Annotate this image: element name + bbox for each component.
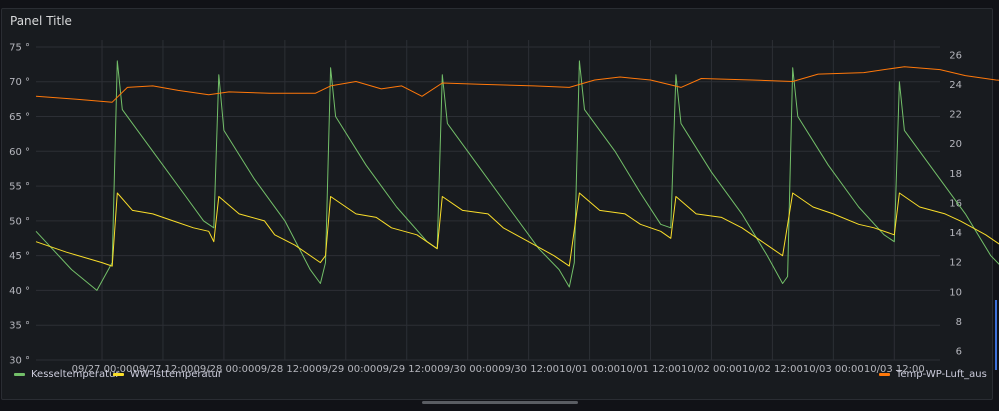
x-tick-label: 09/28 12:00 bbox=[254, 364, 315, 375]
grid-lines bbox=[36, 40, 940, 361]
x-tick-label: 10/01 00:00 bbox=[559, 364, 620, 375]
time-series-chart: 30 ° 35 ° 40 ° 45 ° 50 ° 55 ° 60 ° 65 ° 70 ° 75 °… bbox=[9, 40, 999, 375]
series-line-ww-isttemperatur bbox=[35, 192, 999, 267]
y-right-tick-label: 20 bbox=[949, 139, 962, 150]
scrollbar[interactable] bbox=[422, 401, 578, 404]
y-right-tick-label: 10 bbox=[949, 287, 962, 298]
series-lines bbox=[35, 60, 999, 291]
y-right-tick-label: 26 bbox=[949, 50, 962, 61]
x-tick-label: 09/30 00:00 bbox=[437, 364, 498, 375]
legend-swatch bbox=[879, 373, 890, 376]
y-left-tick-label: 30 ° bbox=[9, 356, 30, 367]
y-right-tick-label: 24 bbox=[949, 80, 962, 91]
y-axis-left-ticks: 30 ° 35 ° 40 ° 45 ° 50 ° 55 ° 60 ° 65 ° 70 ° 75 ° bbox=[9, 42, 30, 366]
series-line-kesseltemperatur bbox=[35, 60, 999, 291]
y-right-tick-label: 18 bbox=[949, 169, 962, 180]
x-tick-label: 09/30 12:00 bbox=[498, 364, 559, 375]
y-left-tick-label: 75 ° bbox=[9, 42, 30, 53]
y-right-tick-label: 6 bbox=[956, 347, 962, 358]
series-line-temp-wp-luft-aus bbox=[35, 66, 999, 103]
x-tick-label: 10/02 12:00 bbox=[742, 364, 803, 375]
x-tick-label: 09/29 12:00 bbox=[376, 364, 437, 375]
y-right-tick-label: 22 bbox=[949, 110, 962, 121]
legend-item-ww-isttemperatur[interactable]: WW-Isttemperatur bbox=[113, 369, 222, 380]
y-right-tick-label: 14 bbox=[949, 228, 962, 239]
legend-item-kesseltemperatur[interactable]: Kesseltemperatur bbox=[14, 369, 120, 380]
y-left-tick-label: 35 ° bbox=[9, 321, 30, 332]
x-tick-label: 10/01 12:00 bbox=[620, 364, 681, 375]
y-left-tick-label: 65 ° bbox=[9, 112, 30, 123]
y-right-tick-label: 12 bbox=[949, 258, 962, 269]
y-right-tick-label: 8 bbox=[956, 317, 962, 328]
x-tick-label: 09/29 00:00 bbox=[315, 364, 376, 375]
legend-swatch bbox=[113, 373, 124, 376]
y-left-tick-label: 40 ° bbox=[9, 286, 30, 297]
y-left-tick-label: 45 ° bbox=[9, 251, 30, 262]
legend-item-temp-wp-luft-aus[interactable]: Temp-WP-Luft_aus bbox=[879, 369, 987, 380]
x-tick-label: 10/02 00:00 bbox=[681, 364, 742, 375]
y-left-tick-label: 55 ° bbox=[9, 182, 30, 193]
y-left-tick-label: 60 ° bbox=[9, 147, 30, 158]
legend-swatch bbox=[14, 373, 25, 376]
legend-label: WW-Isttemperatur bbox=[130, 369, 222, 380]
legend-label: Temp-WP-Luft_aus bbox=[896, 369, 987, 380]
x-tick-label: 10/03 00:00 bbox=[803, 364, 864, 375]
legend-label: Kesseltemperatur bbox=[31, 369, 120, 380]
y-axis-right-ticks: 68101214161820222426 bbox=[949, 50, 962, 357]
y-left-tick-label: 70 ° bbox=[9, 77, 30, 88]
y-left-tick-label: 50 ° bbox=[9, 216, 30, 227]
resize-handle[interactable] bbox=[995, 300, 997, 370]
